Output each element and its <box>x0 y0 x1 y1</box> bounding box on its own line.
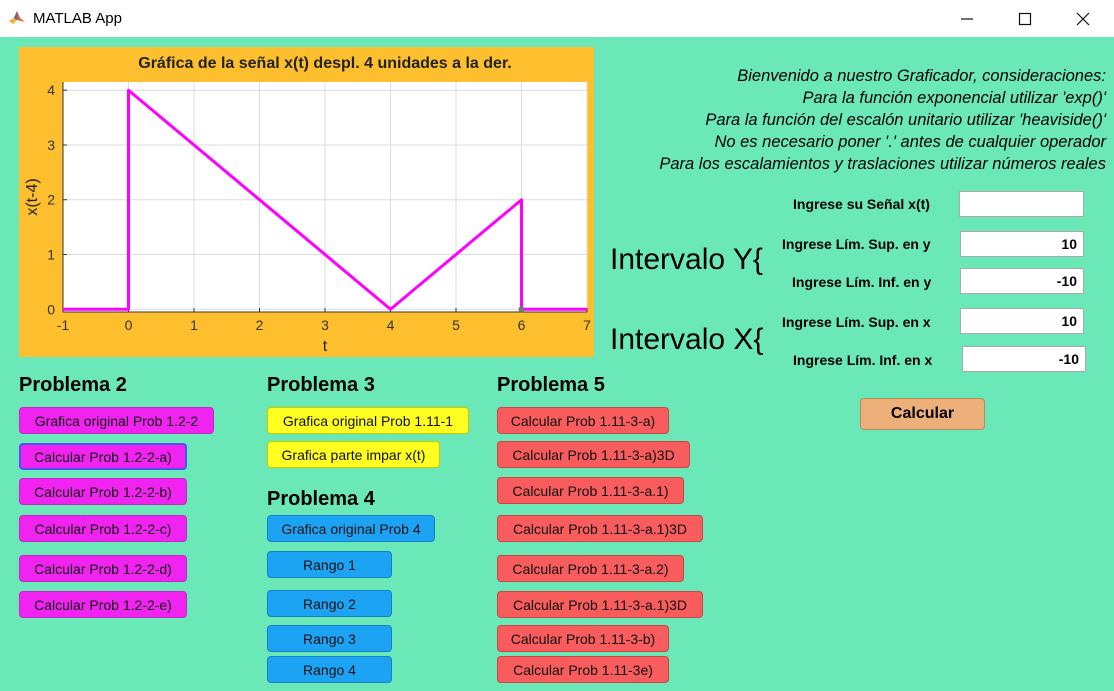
p5-a-3d-button[interactable]: Calcular Prob 1.11-3-a)3D <box>497 441 690 468</box>
section-problema-5: Problema 5 <box>497 374 605 396</box>
interval-y-label: Intervalo Y{ <box>610 243 763 276</box>
x-tick-label: 2 <box>256 317 264 333</box>
y-inf-label: Ingrese Lím. Inf. en y <box>792 274 932 290</box>
p5-a1-3d-button[interactable]: Calcular Prob 1.11-3-a.1)3D <box>497 515 703 542</box>
x-tick-label: -1 <box>57 317 70 333</box>
section-problema-3: Problema 3 <box>267 374 375 396</box>
interval-x-label: Intervalo X{ <box>610 323 764 356</box>
p2-b-button[interactable]: Calcular Prob 1.2-2-b) <box>19 478 187 505</box>
y-tick-label: 4 <box>47 82 55 98</box>
plot-panel: -1 0 1 2 3 4 5 6 7 0 1 2 3 4 Gráfica de la señal x(t) … <box>19 47 594 357</box>
chart-title: Gráfica de la señal x(t) despl. 4 unidad… <box>138 55 511 72</box>
y-tick-label: 2 <box>47 192 55 208</box>
x-sup-label: Ingrese Lím. Sup. en x <box>782 314 931 330</box>
signal-label: Ingrese su Señal x(t) <box>793 196 930 212</box>
x-sup-input[interactable]: 10 <box>960 308 1084 334</box>
app-content: -1 0 1 2 3 4 5 6 7 0 1 2 3 4 Gráfica de la señal x(t) … <box>0 37 1114 691</box>
p5-e-button[interactable]: Calcular Prob 1.11-3e) <box>497 656 669 683</box>
x-tick-label: 6 <box>518 317 526 333</box>
x-inf-label: Ingrese Lím. Inf. en x <box>793 352 933 368</box>
p5-a2-button[interactable]: Calcular Prob 1.11-3-a.2) <box>497 555 684 582</box>
data-cursor-marker <box>518 306 525 313</box>
x-tick-label: 4 <box>387 317 395 333</box>
welcome-line: No es necesario poner '.' antes de cualq… <box>714 133 1106 151</box>
y-sup-input[interactable]: 10 <box>960 231 1084 257</box>
x-inf-input[interactable]: -10 <box>962 346 1086 372</box>
chart: -1 0 1 2 3 4 5 6 701234Gráfica de la señal x(t) … <box>24 55 591 355</box>
p4-range-1-button[interactable]: Rango 1 <box>267 551 392 578</box>
matlab-logo-icon <box>9 11 25 24</box>
p3-original-button[interactable]: Grafica original Prob 1.11-1 <box>267 407 469 434</box>
p5-a1-button[interactable]: Calcular Prob 1.11-3-a.1) <box>497 477 684 504</box>
minimize-button[interactable] <box>938 0 996 37</box>
p2-original-button[interactable]: Grafica original Prob 1.2-2 <box>19 407 214 434</box>
p2-d-button[interactable]: Calcular Prob 1.2-2-d) <box>19 555 187 582</box>
p2-c-button[interactable]: Calcular Prob 1.2-2-c) <box>19 515 187 542</box>
p5-b-button[interactable]: Calcular Prob 1.11-3-b) <box>497 625 669 652</box>
p2-e-button[interactable]: Calcular Prob 1.2-2-e) <box>19 591 187 618</box>
p4-original-button[interactable]: Grafica original Prob 4 <box>267 515 435 542</box>
p4-range-3-button[interactable]: Rango 3 <box>267 625 392 652</box>
x-tick-label: 1 <box>190 317 198 333</box>
y-axis-label: x(t-4) <box>24 178 41 215</box>
section-problema-2: Problema 2 <box>19 374 127 396</box>
maximize-icon <box>1018 12 1032 25</box>
close-icon <box>1076 12 1090 25</box>
p4-range-2-button[interactable]: Rango 2 <box>267 590 392 617</box>
section-problema-4: Problema 4 <box>267 488 375 510</box>
maximize-button[interactable] <box>996 0 1054 37</box>
welcome-line: Para la función exponencial utilizar 'ex… <box>802 89 1106 107</box>
y-inf-input[interactable]: -10 <box>960 268 1084 294</box>
close-button[interactable] <box>1054 0 1112 37</box>
p5-a-button[interactable]: Calcular Prob 1.11-3-a) <box>497 407 669 434</box>
x-tick-label: 5 <box>452 317 460 333</box>
y-tick-label: 1 <box>47 247 55 263</box>
p5-a1-3d-button-2[interactable]: Calcular Prob 1.11-3-a.1)3D <box>497 591 703 618</box>
x-tick-label: 0 <box>125 317 133 333</box>
calculate-button[interactable]: Calcular <box>860 398 985 430</box>
x-tick-label: 7 <box>583 317 591 333</box>
y-tick-label: 0 <box>47 301 55 317</box>
p4-range-4-button[interactable]: Rango 4 <box>267 656 392 683</box>
x-axis-label: t <box>323 338 328 355</box>
p2-a-button[interactable]: Calcular Prob 1.2-2-a) <box>19 443 187 470</box>
welcome-line: Bienvenido a nuestro Graficador, conside… <box>737 67 1106 85</box>
signal-input[interactable] <box>959 191 1084 217</box>
welcome-notes: Bienvenido a nuestro Graficador, conside… <box>659 65 1106 175</box>
y-tick-label: 3 <box>47 137 55 153</box>
window-title: MATLAB App <box>33 10 122 27</box>
welcome-line: Para la función del escalón unitario uti… <box>705 111 1106 129</box>
window-titlebar: MATLAB App <box>0 0 1114 37</box>
p3-odd-part-button[interactable]: Grafica parte impar x(t) <box>267 441 440 468</box>
y-sup-label: Ingrese Lím. Sup. en y <box>782 236 931 252</box>
welcome-line: Para los escalamientos y traslaciones ut… <box>659 155 1106 173</box>
minimize-icon <box>961 17 973 20</box>
x-tick-label: 3 <box>321 317 329 333</box>
